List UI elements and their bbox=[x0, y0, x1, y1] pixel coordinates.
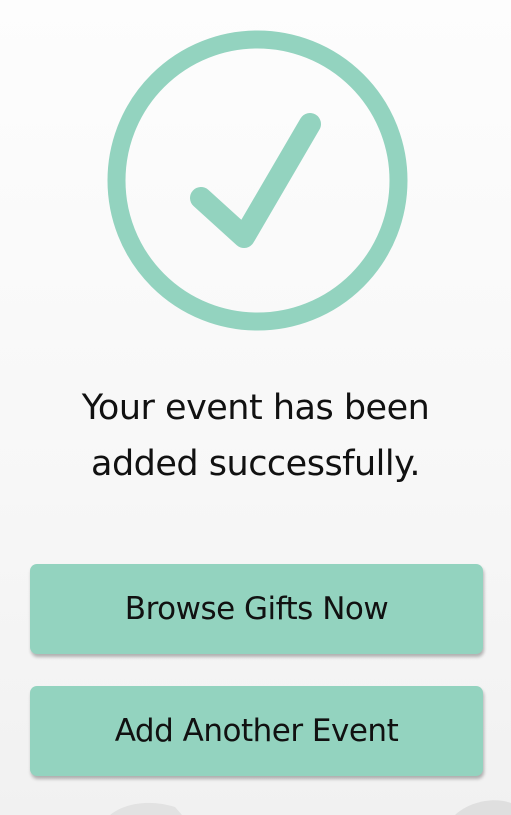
browse-gifts-button[interactable]: Browse Gifts Now bbox=[30, 564, 483, 654]
event-added-screen: Your event has been added successfully. … bbox=[0, 0, 511, 815]
background-decoration bbox=[110, 800, 511, 815]
checkmark-circle-icon bbox=[107, 30, 408, 331]
success-circle bbox=[107, 30, 408, 331]
checkmark-stroke bbox=[190, 113, 321, 248]
success-message-line-1: Your event has been bbox=[81, 388, 430, 428]
success-message-line-2: added successfully. bbox=[91, 444, 420, 484]
success-message: Your event has been added successfully. bbox=[0, 380, 511, 492]
add-another-event-button[interactable]: Add Another Event bbox=[30, 686, 483, 776]
